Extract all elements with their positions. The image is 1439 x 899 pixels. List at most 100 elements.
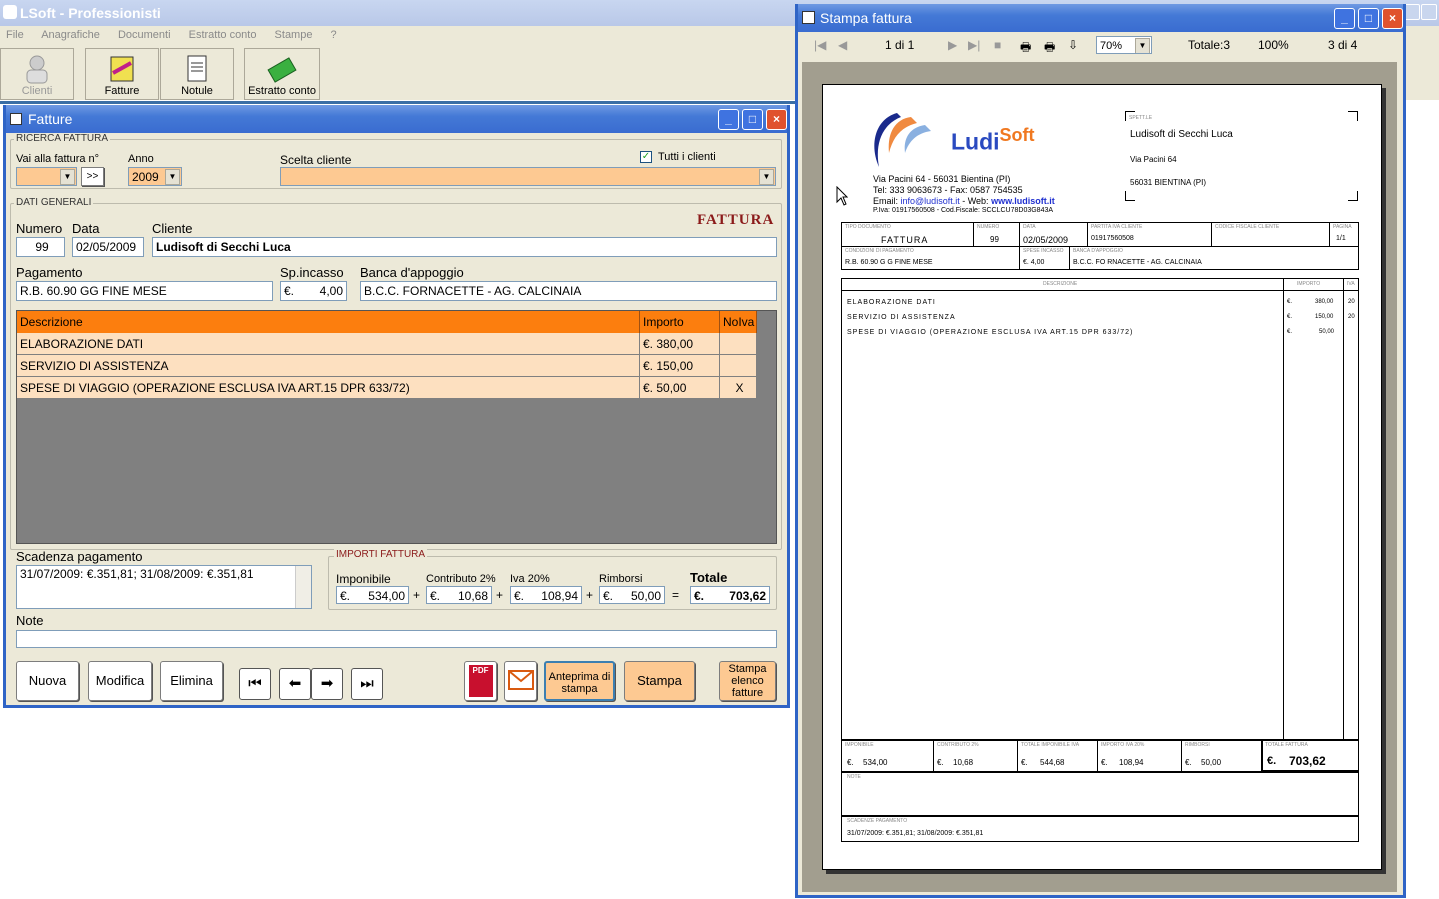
table-row-noiva[interactable] [720,355,757,377]
close-button[interactable]: × [1382,8,1403,29]
stop-icon[interactable]: ■ [994,38,1001,52]
minimize-button[interactable]: _ [1334,8,1355,29]
f-contributo: 10,68 [953,758,974,767]
menu-file[interactable]: File [6,29,24,41]
menu-stampe[interactable]: Stampe [275,29,313,41]
anteprima-button[interactable]: Anteprima di stampa [544,661,615,701]
cliente-field[interactable]: Ludisoft di Secchi Luca [152,237,777,257]
menu-help[interactable]: ? [331,29,337,41]
menu-estratto-conto[interactable]: Estratto conto [189,29,257,41]
corner-mark [1348,191,1358,201]
sp-incasso-field[interactable]: €. 4,00 [280,281,347,301]
chevron-down-icon[interactable]: ▼ [759,169,774,185]
divider [1181,740,1182,772]
invoice-row-importo: 50,00 [1319,329,1335,335]
iva-field[interactable]: €. 108,94 [510,586,582,604]
maximize-button[interactable]: □ [1358,8,1379,29]
vai-button[interactable]: >> [81,167,104,186]
fatture-button[interactable]: Fatture [85,48,159,100]
next-page-icon[interactable]: ▶ [948,38,957,52]
f-contributo-label: CONTRIBUTO 2% [937,742,979,748]
arrow-left-icon: ⬅ [288,675,302,692]
column-header-descrizione[interactable]: Descrizione [17,311,640,333]
print-icon[interactable]: 🖶 [1020,38,1031,59]
scrollbar[interactable] [295,566,311,608]
elimina-button[interactable]: Elimina [160,661,223,701]
anno-select[interactable]: 2009 ▼ [128,167,182,186]
h-numero: NUMERO [977,224,1000,230]
invoice-row-desc: ELABORAZIONE DATI [847,299,936,306]
rimborsi-value: 50,00 [630,589,661,603]
table-row-noiva[interactable]: X [720,377,757,399]
last-page-icon[interactable]: ▶| [968,38,980,52]
table-row-importo[interactable]: €. 150,00 [640,355,720,377]
divider [973,222,974,246]
pages-indicator: 3 di 4 [1328,38,1358,52]
table-row-importo[interactable]: €. 50,00 [640,377,720,399]
scadenza-field[interactable]: 31/07/2009: €.351,81; 31/08/2009: €.351,… [16,565,312,609]
first-page-icon[interactable]: |◀ [814,38,826,52]
sp-incasso-value: 4,00 [319,284,343,298]
clienti-button[interactable]: Clienti [0,48,74,100]
next-record-button[interactable]: ➡ [311,668,343,700]
chevron-down-icon[interactable]: ▼ [60,169,75,185]
contributo-label: Contributo 2% [426,573,496,585]
last-record-button[interactable]: ⏭ [351,668,383,700]
export-icon[interactable]: ⇩ [1068,38,1078,52]
numero-field[interactable]: 99 [16,237,65,257]
stampa-elenco-button[interactable]: Stampa elenco fatture [719,661,776,701]
first-record-button[interactable]: ⏮ [239,668,271,700]
banca-field[interactable]: B.C.C. FORNACETTE - AG. CALCINAIA [360,281,777,301]
maximize-button[interactable]: □ [742,109,763,130]
preview-area[interactable]: LudiSoft Via Pacini 64 - 56031 Bientina … [802,62,1397,892]
notule-button[interactable]: Notule [160,48,234,100]
print-setup-icon[interactable]: 🖶 [1044,38,1055,59]
zoom-select[interactable]: 70% ▼ [1096,36,1152,54]
prev-page-icon[interactable]: ◀ [838,38,847,52]
plus-sign: + [586,588,594,602]
minimize-button[interactable]: _ [718,109,739,130]
close-button[interactable]: × [766,109,787,130]
fatture-title-bar: Fatture _ □ × [6,105,787,133]
stampa-button[interactable]: Stampa [624,661,695,701]
currency-label: €. [340,589,351,603]
table-row-importo[interactable]: €. 380,00 [640,333,720,355]
sp-incasso-label: Sp.incasso [280,265,344,280]
invoice-row-cur: €. [1287,299,1293,305]
column-header-importo[interactable]: Importo [640,311,720,333]
menu-anagrafiche[interactable]: Anagrafiche [41,29,100,41]
totale-label: Totale [690,570,728,585]
note-field[interactable] [16,630,777,648]
imponibile-field[interactable]: €. 534,00 [336,586,409,604]
table-row-descrizione[interactable]: ELABORAZIONE DATI [17,333,640,355]
chevron-down-icon[interactable]: ▼ [1135,38,1150,53]
rimborsi-field[interactable]: €. 50,00 [599,586,665,604]
totale-field[interactable]: €. 703,62 [690,586,770,604]
modifica-button[interactable]: Modifica [88,661,152,701]
column-header-noiva[interactable]: NoIva [720,311,757,333]
notule-label: Notule [181,85,213,97]
table-row-descrizione[interactable]: SPESE DI VIAGGIO (OPERAZIONE ESCLUSA IVA… [17,377,640,399]
app-title: LSoft - Professionisti [20,5,161,21]
pdf-button[interactable]: PDF [464,661,497,701]
menu-documenti[interactable]: Documenti [118,29,171,41]
nuova-button[interactable]: Nuova [16,661,79,701]
chevron-down-icon[interactable]: ▼ [165,169,180,185]
company-email[interactable]: info@ludisoft.it [901,196,960,206]
pagamento-field[interactable]: R.B. 60.90 GG FINE MESE [16,281,273,301]
data-field[interactable]: 02/05/2009 [72,237,144,257]
scelta-cliente-select[interactable]: ▼ [280,167,776,186]
email-button[interactable] [504,661,537,701]
divider [841,246,1359,247]
righe-grid[interactable]: Descrizione Importo NoIva ELABORAZIONE D… [16,310,777,544]
contributo-field[interactable]: €. 10,68 [426,586,492,604]
table-row-descrizione[interactable]: SERVIZIO DI ASSISTENZA [17,355,640,377]
table-row-noiva[interactable] [720,333,757,355]
vai-fattura-select[interactable]: ▼ [16,167,77,186]
estratto-conto-button[interactable]: Estratto conto [244,48,320,100]
prev-record-button[interactable]: ⬅ [279,668,311,700]
divider [1283,278,1284,740]
divider [1211,222,1212,246]
company-web[interactable]: www.ludisoft.it [991,196,1055,206]
tutti-clienti-checkbox[interactable]: ✓ [640,151,652,163]
